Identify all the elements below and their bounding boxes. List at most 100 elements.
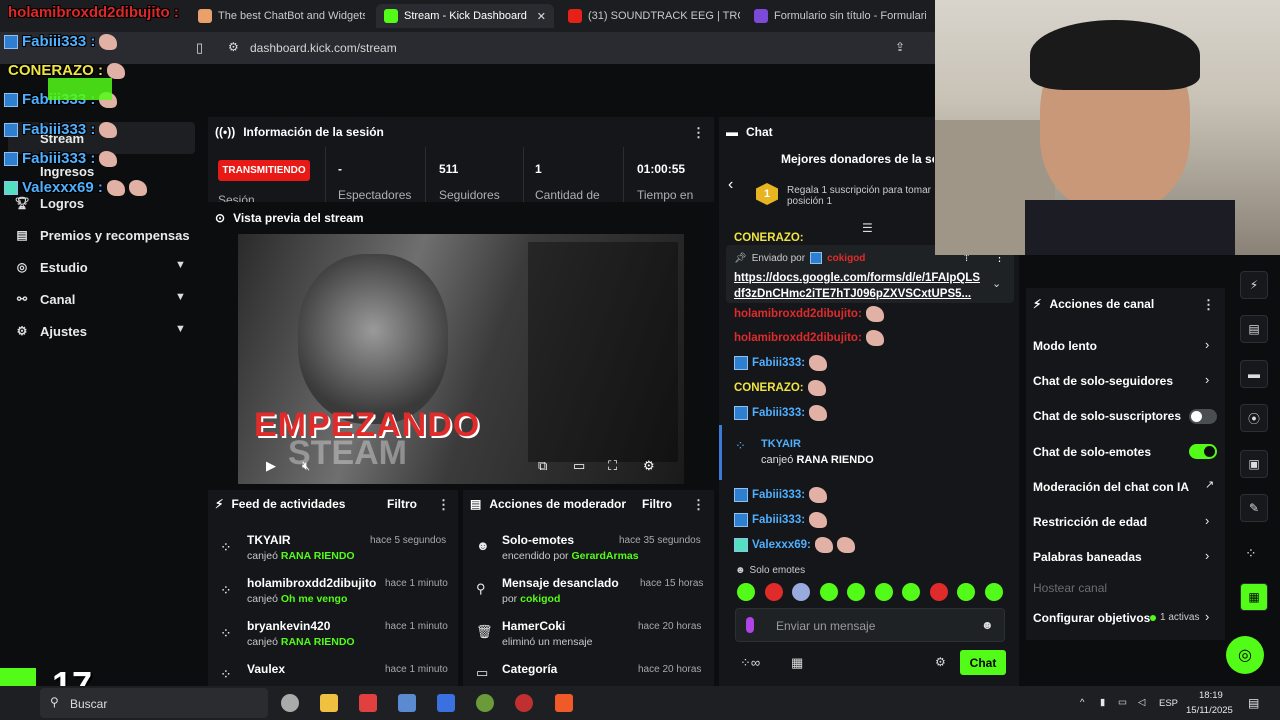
address-bar: ▯ ⚙ ⇪ (0, 32, 935, 64)
rail-wrench-button[interactable]: ✎ (1240, 494, 1268, 522)
send-chat-button[interactable]: Chat (960, 650, 1006, 675)
taskbar-search[interactable]: ⚲ Buscar (40, 688, 268, 718)
banned-words-option[interactable]: Palabras baneadas (1033, 550, 1142, 564)
close-tab-icon[interactable]: ✕ (537, 10, 546, 23)
modactions-menu-icon[interactable]: ⋮ (692, 497, 705, 513)
store-icon[interactable]: ▦ (791, 655, 803, 671)
chat-message: holamibroxdd2dibujito: (734, 306, 884, 322)
emote-icon[interactable] (957, 583, 975, 601)
taskbar-app-icon[interactable] (398, 694, 416, 712)
modactions-filter-button[interactable]: Filtro (642, 497, 672, 511)
chat-message: Fabiii333: (734, 487, 828, 503)
emote-icon[interactable] (847, 583, 865, 601)
subs-label: Cantidad de (535, 188, 600, 202)
filter-icon[interactable]: ☰ (862, 221, 873, 235)
emote-icon[interactable] (902, 583, 920, 601)
chevron-down-icon[interactable]: ▼ (175, 259, 186, 271)
channel-actions-menu-icon[interactable]: ⋮ (1202, 297, 1215, 313)
age-restriction-option[interactable]: Restricción de edad (1033, 515, 1147, 529)
external-link-icon[interactable]: ↗ (1205, 478, 1214, 491)
mod-row: ▭ Categoría (476, 662, 558, 680)
theater-icon[interactable]: ▭ (573, 458, 585, 474)
language-indicator[interactable]: ESP (1159, 698, 1178, 709)
chevron-left-icon[interactable]: ‹ (728, 176, 733, 194)
url-field[interactable]: dashboard.kick.com/stream (250, 41, 397, 55)
rail-layout-button[interactable]: ▣ (1240, 450, 1268, 478)
sidebar-item-ajustes[interactable]: ⚙ Ajustes (14, 323, 87, 339)
share-icon[interactable]: ⇪ (895, 40, 905, 54)
obs-icon[interactable] (515, 694, 533, 712)
emoji-picker-icon[interactable]: ☻ (981, 618, 994, 632)
rail-document-button[interactable]: ▤ (1240, 315, 1268, 343)
tab-forms[interactable]: Formulario sin título - Formularios (746, 4, 926, 28)
chevron-right-icon[interactable]: › (1205, 548, 1209, 563)
session-menu-icon[interactable]: ⋮ (692, 125, 705, 141)
mic-tray-icon[interactable]: ▮ (1100, 697, 1105, 708)
sidebar-item-estudio[interactable]: ◎ Estudio (14, 259, 88, 275)
chevron-right-icon[interactable]: › (1205, 513, 1209, 528)
brave-browser-icon[interactable] (555, 694, 573, 712)
badge-icon (4, 34, 18, 49)
mute-icon[interactable]: 🔇︎ (302, 458, 310, 474)
tab-kick-dashboard[interactable]: Stream - Kick Dashboard ✕ (376, 4, 554, 28)
tab-youtube[interactable]: (31) SOUNDTRACK EEG | TRON (560, 4, 740, 28)
studio-icon: ◎ (16, 260, 28, 274)
emote-only-toggle[interactable] (1189, 444, 1217, 459)
feed-menu-icon[interactable]: ⋮ (437, 497, 450, 513)
mod-time: hace 20 horas (638, 621, 702, 632)
pip-icon[interactable]: ⧉ (538, 458, 547, 474)
points-icon[interactable]: ⁘∞ (740, 655, 760, 671)
ai-moderation-option[interactable]: Moderación del chat con IA (1033, 480, 1189, 494)
rail-lightning-button[interactable]: ⚡︎ (1240, 271, 1268, 299)
notification-icon[interactable]: ▤ (1248, 696, 1259, 710)
sidebar-item-logros[interactable]: 🏆︎ Logros (14, 195, 84, 211)
rail-kick-icon[interactable]: ⁘ (1245, 545, 1257, 562)
emote-icon[interactable] (985, 583, 1003, 601)
rail-chat-button[interactable]: ▬ (1240, 360, 1268, 388)
emote-icon[interactable] (765, 583, 783, 601)
mod-time: hace 35 segundos (619, 535, 701, 546)
tab-chatbot[interactable]: The best ChatBot and Widgets for (190, 4, 365, 28)
chevron-down-icon[interactable]: ▼ (175, 323, 186, 335)
file-explorer-icon[interactable] (320, 694, 338, 712)
bookmark-icon[interactable]: ▯ (196, 40, 203, 56)
badge-icon (734, 356, 748, 370)
emote-icon[interactable] (820, 583, 838, 601)
chat-input[interactable]: Enviar un mensaje ☻ (735, 608, 1005, 642)
slow-mode-option[interactable]: Modo lento (1033, 339, 1097, 353)
play-icon[interactable]: ▶ (266, 458, 276, 474)
stream-preview-video[interactable]: EMPEZANDO STEAM ▶ 🔇︎ ⧉ ▭ ⛶ ⚙ (238, 234, 684, 484)
volume-icon[interactable]: ◁ (1138, 697, 1145, 708)
site-info-icon[interactable]: ⚙ (228, 40, 239, 54)
chevron-right-icon[interactable]: › (1205, 372, 1209, 387)
subs-only-toggle[interactable] (1189, 409, 1217, 424)
network-icon[interactable]: ▭ (1118, 697, 1127, 708)
taskbar-app-icon[interactable] (437, 694, 455, 712)
tray-chevron-up-icon[interactable]: ^ (1080, 697, 1084, 708)
chevron-down-icon[interactable]: ⌄ (992, 277, 1001, 290)
chevron-right-icon[interactable]: › (1205, 609, 1209, 624)
rail-broadcast-button[interactable]: ⦿ (1240, 404, 1268, 432)
goals-option[interactable]: Configurar objetivos (1033, 611, 1150, 625)
fullscreen-icon[interactable]: ⛶ (608, 458, 617, 474)
taskbar-app-icon[interactable] (281, 694, 299, 712)
support-headset-button[interactable]: ◎ (1226, 636, 1264, 674)
settings-icon[interactable]: ⚙ (643, 458, 655, 474)
rail-clapper-button[interactable]: ▦ (1240, 583, 1268, 611)
emote-icon[interactable] (875, 583, 893, 601)
kick-logo-icon: ⁘ (220, 625, 232, 641)
feed-filter-button[interactable]: Filtro (387, 497, 417, 511)
emote-icon[interactable] (792, 583, 810, 601)
pinned-link[interactable]: https://docs.google.com/forms/d/e/1FAIpQ… (734, 272, 980, 284)
followers-only-option[interactable]: Chat de solo-seguidores (1033, 374, 1173, 388)
emote-icon[interactable] (737, 583, 755, 601)
sidebar-item-canal[interactable]: ⚯ Canal (14, 291, 75, 307)
taskbar-app-icon[interactable] (359, 694, 377, 712)
sidebar-item-premios[interactable]: ▤ Premios y recompensas (14, 227, 189, 243)
chevron-down-icon[interactable]: ▼ (175, 291, 186, 303)
chat-settings-icon[interactable]: ⚙ (935, 655, 946, 669)
chevron-right-icon[interactable]: › (1205, 337, 1209, 352)
emote-icon[interactable] (930, 583, 948, 601)
pinned-link-2[interactable]: df3zDnCHmc2iTE7hTJ096pZXVSCxtUPS5... (734, 288, 971, 300)
taskbar-app-icon[interactable] (476, 694, 494, 712)
